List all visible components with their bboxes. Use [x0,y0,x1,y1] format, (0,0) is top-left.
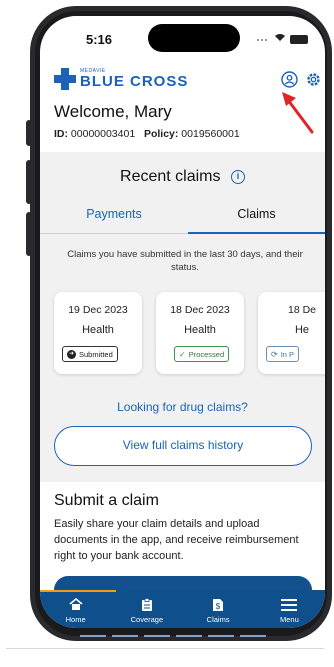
in-progress-icon: ⟳ [271,349,278,359]
battery-icon [290,34,308,44]
claim-card[interactable]: 18 Dec 2023 Health ✓ Processed [156,292,244,374]
id-value: 00000003401 [70,128,136,140]
signal-icon [256,34,270,45]
policy-value: 0019560001 [181,128,240,140]
status-time: 5:16 [86,32,113,47]
nav-item-home[interactable]: Home [40,590,111,628]
medavie-blue-cross-logo: MEDAVIE BLUE CROSS [54,68,188,90]
info-icon[interactable]: i [230,170,245,184]
status-label: Processed [188,349,225,359]
claims-carousel[interactable]: 19 Dec 2023 Health ➜ Submitted 18 Dec 20… [54,292,325,374]
nav-label-coverage: Coverage [130,614,164,624]
menu-icon [281,597,298,613]
cross-logo-icon [54,68,76,90]
claim-type: Health [184,324,216,336]
gear-icon[interactable] [304,70,322,88]
home-indicator-dashes [80,635,266,637]
recent-claims-title: Recent claims i [40,168,325,186]
main-content: Recent claims i Payments Claims Claims y… [40,152,325,600]
active-tab-indicator [40,590,116,592]
coverage-icon [141,597,153,613]
submit-claim-title: Submit a claim [54,492,159,509]
app-screen: 5:16 MEDAVIE BLUE CROSS Welcome, Mary ID… [40,16,325,628]
status-label: In P [280,349,295,359]
dynamic-island [148,24,240,52]
arrow-right-circle-icon: ➜ [67,349,76,359]
claim-date: 18 Dec 2023 [170,304,230,316]
claim-date: 18 De [287,304,317,316]
id-label: ID: [54,128,68,140]
claim-date: 19 Dec 2023 [68,304,128,316]
drug-claims-link[interactable]: Looking for drug claims? [40,400,325,414]
claim-type: Health [82,324,114,336]
home-icon [69,597,83,613]
tab-claims[interactable]: Claims [188,204,325,234]
claims-tabs: Payments Claims [40,204,325,234]
nav-label-claims: Claims [206,614,230,624]
phone-side-button [26,160,32,204]
member-ids: ID: 00000003401 Policy: 0019560001 [54,128,240,140]
nav-label-menu: Menu [279,614,299,624]
recent-claims-title-text: Recent claims [120,168,221,185]
phone-side-button [26,212,32,256]
claim-type: He [294,324,310,336]
status-badge: ⟳ In P [266,346,300,362]
svg-text:$: $ [216,602,221,611]
status-bar: 5:16 [40,16,325,56]
nav-item-claims[interactable]: $ Claims [183,590,254,628]
tab-payments[interactable]: Payments [40,204,188,234]
claims-description: Claims you have submitted in the last 30… [67,249,303,273]
bottom-navigation: Home Coverage $ Claims Menu [40,590,325,628]
submit-claim-description: Easily share your claim details and uplo… [54,518,299,562]
surface-line [6,648,324,649]
profile-icon[interactable] [280,70,298,88]
app-header: MEDAVIE BLUE CROSS Welcome, Mary ID: 000… [40,56,325,152]
nav-item-menu[interactable]: Menu [254,590,325,628]
status-icons [256,33,308,45]
header-icons [280,70,322,88]
submit-claim-section: Submit a claim Easily share your claim d… [40,482,325,600]
red-arrow-annotation [278,90,318,141]
claim-card[interactable]: 19 Dec 2023 Health ➜ Submitted [54,292,142,374]
logo-main-text: BLUE CROSS [80,73,189,90]
claim-card[interactable]: 18 De He ⟳ In P [258,292,325,374]
checkmark-icon: ✓ [179,349,186,359]
claims-icon: $ [212,597,224,613]
status-badge: ✓ Processed [174,346,230,362]
view-claims-history-button[interactable]: View full claims history [54,426,312,466]
status-badge: ➜ Submitted [62,346,118,362]
wifi-icon [274,33,286,45]
nav-label-home: Home [65,614,86,624]
welcome-heading: Welcome, Mary [54,102,172,121]
phone-side-button [26,120,32,146]
status-label: Submitted [79,349,113,359]
nav-item-coverage[interactable]: Coverage [111,590,182,628]
policy-label: Policy: [143,128,179,140]
